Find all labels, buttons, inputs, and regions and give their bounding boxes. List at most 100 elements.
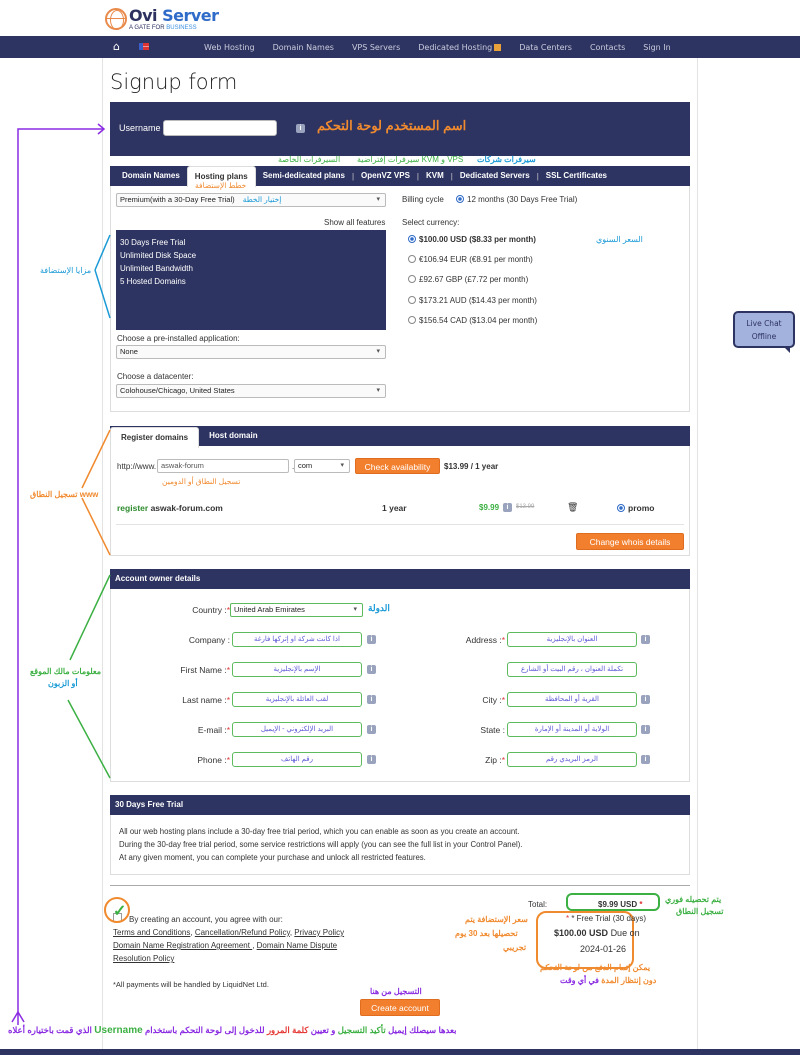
radio-selected[interactable]	[456, 195, 464, 203]
nav-web-hosting[interactable]: Web Hosting	[204, 43, 255, 52]
nav-sign-in[interactable]: Sign In	[643, 43, 670, 52]
radio[interactable]	[408, 255, 416, 263]
registration-agreement-link[interactable]: Domain Name Registration Agreement	[113, 941, 252, 950]
radio[interactable]	[408, 275, 416, 283]
state-input[interactable]: الولاية أو المدينة أو الإمارة	[507, 722, 637, 737]
first-name-input[interactable]: الإسم بالإنجليزية	[232, 662, 362, 677]
info-icon[interactable]: i	[367, 725, 376, 734]
billing-cycle-label: Billing cycle	[402, 195, 444, 204]
currency-option-cad[interactable]: $156.54 CAD ($13.04 per month)	[408, 316, 537, 325]
change-whois-button[interactable]: Change whois details	[576, 533, 684, 550]
last-name-input[interactable]: لقب العائلة بالإنجليزية	[232, 692, 362, 707]
tab-kvm[interactable]: KVM	[419, 166, 451, 186]
radio-selected[interactable]	[617, 504, 625, 512]
city-input[interactable]: القرية أو المحافظة	[507, 692, 637, 707]
address2-input[interactable]: تكملة العنوان ، رقم البيت أو الشارع	[507, 662, 637, 677]
nav-vps-servers[interactable]: VPS Servers	[352, 43, 400, 52]
plan-select[interactable]: Premium(with a 30-Day Free Trial) إختيار…	[116, 193, 386, 207]
bottom-annotation: بعدها سيصلك إيميل تأكيد التسجيل و تعيين …	[8, 1025, 457, 1036]
info-icon[interactable]: i	[641, 695, 650, 704]
features-annotation: مزايا الإستضافة	[40, 266, 92, 275]
vps-annotation: سيرفرات إفتراضية KVM و VPS	[357, 155, 464, 164]
instant-annotation: يتم تحصيله فوري	[665, 895, 722, 904]
annual-price-annotation: السعر السنوي	[596, 235, 643, 244]
feature-item: 5 Hosted Domains	[120, 277, 186, 286]
us-flag-icon[interactable]	[139, 43, 149, 50]
globe-icon	[105, 8, 127, 30]
company-input[interactable]: اذا كانت شركة او إتركها فارغة	[232, 632, 362, 647]
nav-dedicated-hosting[interactable]: Dedicated Hosting	[418, 43, 502, 52]
payments-note: *All payments will be handled by LiquidN…	[113, 980, 269, 989]
domain-name-input[interactable]: aswak-forum	[157, 459, 289, 473]
city-label: City :*	[482, 695, 505, 705]
trash-icon[interactable]: 🗑	[567, 502, 578, 513]
nav-domain-names[interactable]: Domain Names	[273, 43, 334, 52]
tab-ssl-certificates[interactable]: SSL Certificates	[539, 166, 614, 186]
privacy-policy-link[interactable]: Privacy Policy	[294, 928, 344, 937]
show-all-features-link[interactable]: Show all features	[324, 218, 385, 227]
feature-item: Unlimited Disk Space	[120, 251, 197, 260]
info-icon[interactable]: i	[367, 755, 376, 764]
due-amount: $100.00 USD Due on	[554, 928, 640, 938]
state-label: State :	[480, 725, 505, 735]
app-select[interactable]: None	[116, 345, 386, 359]
tab-dedicated-servers[interactable]: Dedicated Servers	[453, 166, 537, 186]
create-account-button[interactable]: Create account	[360, 999, 440, 1016]
tab-register-domains[interactable]: Register domains	[110, 427, 200, 448]
pay-annotation: دون إنتظار المدة في أي وقت	[560, 976, 657, 985]
radio[interactable]	[408, 316, 416, 324]
currency-option-aud[interactable]: $173.21 AUD ($14.43 per month)	[408, 296, 537, 305]
address-input[interactable]: العنوان بالإنجليزية	[507, 632, 637, 647]
info-icon[interactable]: i	[503, 503, 512, 512]
trial-panel: All our web hosting plans include a 30-d…	[110, 815, 690, 875]
info-icon[interactable]: i	[641, 725, 650, 734]
free-trial-label: * * Free Trial (30 days)	[566, 914, 647, 923]
tab-openvz-vps[interactable]: OpenVZ VPS	[354, 166, 417, 186]
country-label: Country :*	[192, 605, 230, 615]
instant-annotation: تسجيل النطاق	[676, 907, 724, 916]
main-nav: ⌂ Web Hosting Domain Names VPS Servers D…	[0, 36, 800, 58]
email-label: E-mail :*	[197, 725, 230, 735]
radio-selected[interactable]	[408, 235, 416, 243]
features-list: 30 Days Free Trial Unlimited Disk Space …	[116, 230, 386, 330]
promo-option[interactable]: promo	[617, 503, 654, 513]
nav-contacts[interactable]: Contacts	[590, 43, 625, 52]
terms-link[interactable]: Terms and Conditions	[113, 928, 190, 937]
domain-tabs: Register domains Host domain	[110, 426, 690, 448]
tab-domain-names[interactable]: Domain Names	[110, 166, 187, 186]
tab-semi-dedicated[interactable]: Semi-dedicated plans	[256, 166, 352, 186]
currency-option-eur[interactable]: €106.94 EUR (€8.91 per month)	[408, 255, 533, 264]
info-icon[interactable]: i	[296, 124, 305, 133]
info-icon[interactable]: i	[641, 635, 650, 644]
datacenter-select[interactable]: Colohouse/Chicago, United States	[116, 384, 386, 398]
currency-option-gbp[interactable]: £92.67 GBP (£7.72 per month)	[408, 275, 528, 284]
trial-line: At any given moment, you can complete yo…	[119, 853, 426, 862]
dedicated-annotation: السيرفرات الخاصة	[278, 155, 341, 164]
nav-data-centers[interactable]: Data Centers	[519, 43, 572, 52]
feature-item: 30 Days Free Trial	[120, 238, 186, 247]
site-logo[interactable]: Ovi Server A GATE FOR BUSINESS	[105, 6, 219, 32]
trial-header: 30 Days Free Trial	[110, 795, 690, 815]
phone-input[interactable]: رقم الهاتف	[232, 752, 362, 767]
due-date: 2024-01-26	[580, 944, 627, 954]
info-icon[interactable]: i	[367, 665, 376, 674]
username-section: Username i اسم المستخدم لوحة التحكم	[110, 102, 690, 156]
domain-side-annotation: تسجيل النطاق www	[30, 490, 99, 499]
username-input[interactable]	[163, 120, 277, 136]
refund-policy-link[interactable]: Cancellation/Refund Policy	[195, 928, 290, 937]
country-select[interactable]: United Arab Emirates	[230, 603, 363, 617]
radio[interactable]	[408, 296, 416, 304]
info-icon[interactable]: i	[367, 695, 376, 704]
zip-input[interactable]: الرمز البريدي رقم	[507, 752, 637, 767]
username-label: Username	[119, 123, 161, 133]
info-icon[interactable]: i	[641, 755, 650, 764]
live-chat-widget[interactable]: Live Chat Offline	[733, 311, 795, 348]
check-availability-button[interactable]: Check availability	[355, 458, 440, 474]
currency-option-usd[interactable]: $100.00 USD ($8.33 per month)	[408, 235, 536, 244]
tab-host-domain[interactable]: Host domain	[199, 426, 267, 446]
email-input[interactable]: البريد الإلكتروني - الإيميل	[232, 722, 362, 737]
home-icon[interactable]: ⌂	[113, 40, 120, 53]
tld-select[interactable]: com	[294, 459, 350, 473]
billing-cycle-option[interactable]: 12 months (30 Days Free Trial)	[456, 195, 577, 204]
info-icon[interactable]: i	[367, 635, 376, 644]
